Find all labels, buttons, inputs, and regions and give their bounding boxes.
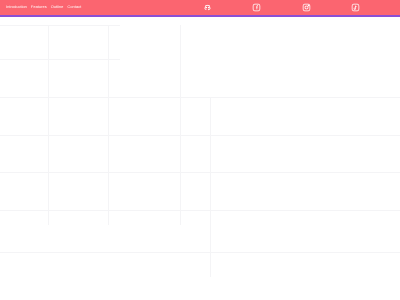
main-content-area: [0, 17, 400, 300]
nav-link-contact[interactable]: Contact: [67, 4, 81, 10]
discord-link[interactable]: [202, 2, 212, 12]
faint-divider: [0, 135, 400, 136]
faint-divider: [0, 252, 400, 253]
tiktok-link[interactable]: [350, 2, 360, 12]
faint-divider: [0, 172, 400, 173]
top-nav: Introduction Features Outline Contact: [6, 4, 81, 10]
discord-icon: [203, 3, 212, 12]
facebook-icon: [252, 3, 261, 12]
faint-column-guide: [48, 25, 49, 225]
nav-link-outline[interactable]: Outline: [51, 4, 64, 10]
faint-divider: [0, 97, 400, 98]
facebook-link[interactable]: [251, 2, 261, 12]
faint-column-guide: [108, 25, 109, 225]
faint-divider: [0, 59, 120, 60]
faint-divider: [0, 25, 120, 26]
faint-divider: [0, 210, 400, 211]
faint-column-guide: [210, 97, 211, 277]
tiktok-icon: [351, 3, 360, 12]
nav-link-features[interactable]: Features: [31, 4, 47, 10]
instagram-link[interactable]: [301, 2, 311, 12]
nav-link-introduction[interactable]: Introduction: [6, 4, 27, 10]
top-header-bar: Introduction Features Outline Contact: [0, 0, 400, 17]
instagram-icon: [302, 3, 311, 12]
faint-column-guide: [180, 25, 181, 225]
